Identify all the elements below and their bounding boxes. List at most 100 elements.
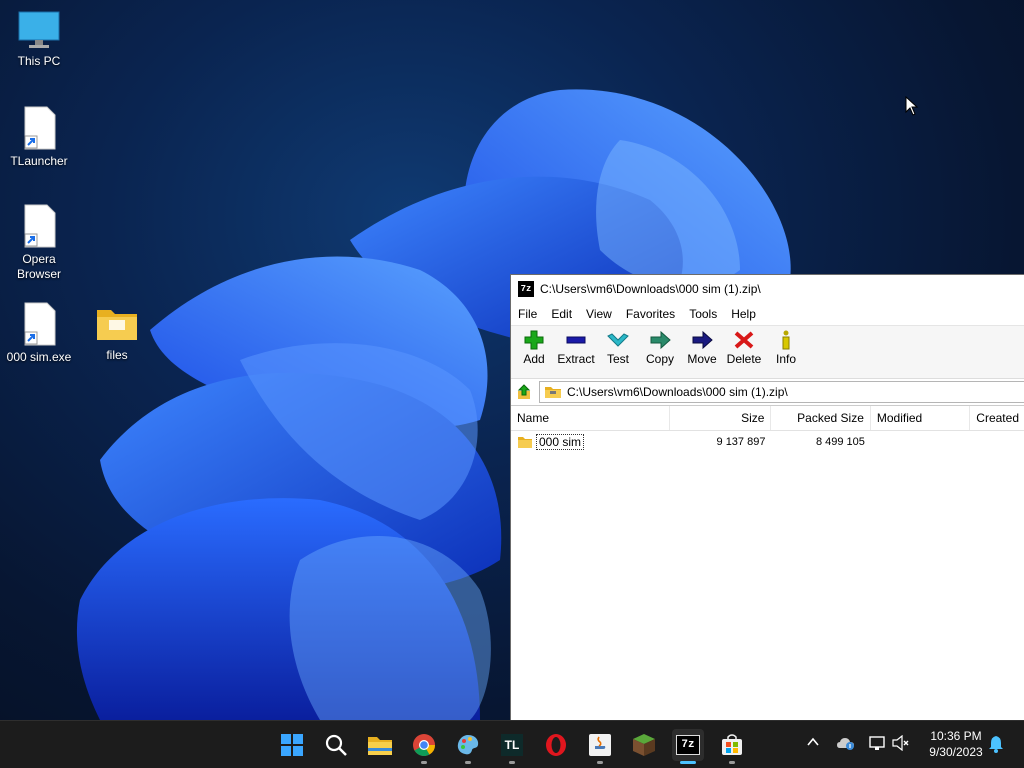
row-name-cell: 000 sim (511, 431, 670, 453)
java-icon (589, 734, 611, 756)
desktop-icon-opera-browser[interactable]: Opera Browser (0, 204, 78, 282)
menu-help[interactable]: Help (724, 307, 763, 321)
desktop-icon-this-pc[interactable]: This PC (0, 10, 78, 69)
taskbar-paint[interactable] (452, 729, 484, 764)
taskbar-file-explorer[interactable] (364, 729, 396, 761)
taskbar-java[interactable] (584, 729, 616, 764)
add-button[interactable]: Add (513, 326, 555, 366)
move-button[interactable]: Move (681, 326, 723, 366)
delete-x-icon (734, 331, 754, 349)
info-label: Info (775, 352, 796, 366)
chrome-icon (413, 734, 435, 756)
add-label: Add (523, 352, 545, 366)
address-bar: C:\Users\vm6\Downloads\000 sim (1).zip\ (511, 379, 1024, 406)
clock[interactable]: 10:36 PM 9/30/2023 (918, 728, 994, 760)
taskbar-opera[interactable] (540, 729, 572, 761)
address-field[interactable]: C:\Users\vm6\Downloads\000 sim (1).zip\ (539, 381, 1024, 403)
column-created[interactable]: Created (970, 406, 1024, 430)
delete-label: Delete (726, 352, 762, 366)
delete-button[interactable]: Delete (723, 326, 765, 366)
onedrive-cloud-icon[interactable] (836, 735, 856, 751)
network-icon[interactable] (868, 735, 886, 751)
running-indicator (421, 761, 427, 764)
clock-date: 9/30/2023 (929, 745, 983, 759)
menu-edit[interactable]: Edit (544, 307, 579, 321)
up-folder-button[interactable] (511, 383, 539, 401)
copy-label: Copy (645, 352, 674, 366)
file-shortcut-icon (24, 204, 56, 248)
menu-favorites[interactable]: Favorites (619, 307, 682, 321)
7zip-window[interactable]: 7z C:\Users\vm6\Downloads\000 sim (1).zi… (510, 274, 1024, 720)
start-icon (281, 734, 303, 756)
column-modified[interactable]: Modified (871, 406, 971, 430)
menu-bar: File Edit View Favorites Tools Help (511, 303, 1024, 326)
desktop-icon-tlauncher[interactable]: TLauncher (0, 106, 78, 169)
move-label: Move (687, 352, 717, 366)
running-indicator (597, 761, 603, 764)
folder-icon (518, 437, 532, 448)
tlauncher-icon: TL (501, 734, 523, 756)
move-arrow-icon (692, 330, 713, 350)
mouse-cursor-icon (905, 96, 919, 116)
extract-button[interactable]: Extract (555, 326, 597, 366)
desktop-icon-label: TLauncher (10, 154, 68, 168)
menu-file[interactable]: File (511, 307, 544, 321)
notification-bell-icon[interactable] (988, 735, 1004, 753)
column-packed-size[interactable]: Packed Size (771, 406, 871, 430)
desktop-icon-label: This PC (17, 54, 61, 68)
taskbar-chrome[interactable] (408, 729, 440, 764)
check-chevron-icon (607, 333, 629, 347)
7zip-icon: 7z (676, 735, 700, 755)
window-title: C:\Users\vm6\Downloads\000 sim (1).zip\ (540, 282, 761, 296)
list-item[interactable]: 000 sim 9 137 897 8 499 105 (511, 431, 1024, 453)
info-button[interactable]: Info (765, 326, 807, 366)
window-titlebar[interactable]: 7z C:\Users\vm6\Downloads\000 sim (1).zi… (511, 275, 1024, 303)
menu-view[interactable]: View (579, 307, 619, 321)
menu-tools[interactable]: Tools (682, 307, 724, 321)
taskbar-7zip[interactable]: 7z (672, 729, 704, 764)
row-name: 000 sim (536, 434, 585, 450)
7zip-app-icon: 7z (518, 281, 534, 297)
clock-time: 10:36 PM (930, 729, 982, 743)
column-size[interactable]: Size (670, 406, 772, 430)
monitor-icon (18, 11, 60, 48)
row-created (970, 431, 1024, 453)
copy-arrow-icon (650, 330, 671, 350)
row-size: 9 137 897 (716, 436, 766, 448)
column-name[interactable]: Name (511, 406, 671, 430)
address-text: C:\Users\vm6\Downloads\000 sim (1).zip\ (567, 385, 788, 399)
opera-icon (546, 734, 566, 756)
plus-icon (524, 330, 544, 350)
running-indicator (729, 761, 735, 764)
zip-folder-icon (545, 387, 561, 398)
search-button[interactable] (320, 729, 352, 761)
test-label: Test (606, 352, 629, 366)
running-indicator (465, 761, 471, 764)
taskbar: TL 7z 10:36 PM 9/30/2023 (0, 720, 1024, 768)
info-icon (782, 330, 790, 350)
row-modified (871, 431, 970, 453)
list-header: Name Size Packed Size Modified Created (511, 406, 1024, 431)
start-button[interactable] (276, 729, 308, 761)
desktop: This PC TLauncher Opera Browser 000 sim.… (0, 0, 1024, 720)
extract-label: Extract (557, 352, 595, 366)
taskbar-store[interactable] (716, 729, 748, 764)
chevron-up-icon[interactable] (806, 735, 820, 749)
test-button[interactable]: Test (597, 326, 639, 366)
up-arrow-folder-icon (517, 384, 531, 399)
copy-button[interactable]: Copy (639, 326, 681, 366)
desktop-icon-000-sim[interactable]: 000 sim.exe (0, 302, 78, 365)
paint-icon (457, 735, 479, 755)
taskbar-tlauncher[interactable]: TL (496, 729, 528, 764)
desktop-icon-label: 000 sim.exe (6, 350, 72, 364)
folder-icon (97, 310, 137, 340)
taskbar-minecraft[interactable] (628, 729, 660, 761)
search-icon (325, 734, 347, 756)
desktop-icon-label: Opera Browser (16, 252, 61, 281)
file-shortcut-icon (24, 106, 56, 150)
minecraft-icon (633, 734, 655, 756)
file-explorer-icon (368, 737, 392, 755)
desktop-icon-files[interactable]: files (78, 304, 156, 363)
store-icon (722, 734, 742, 755)
volume-muted-icon[interactable] (892, 735, 910, 751)
